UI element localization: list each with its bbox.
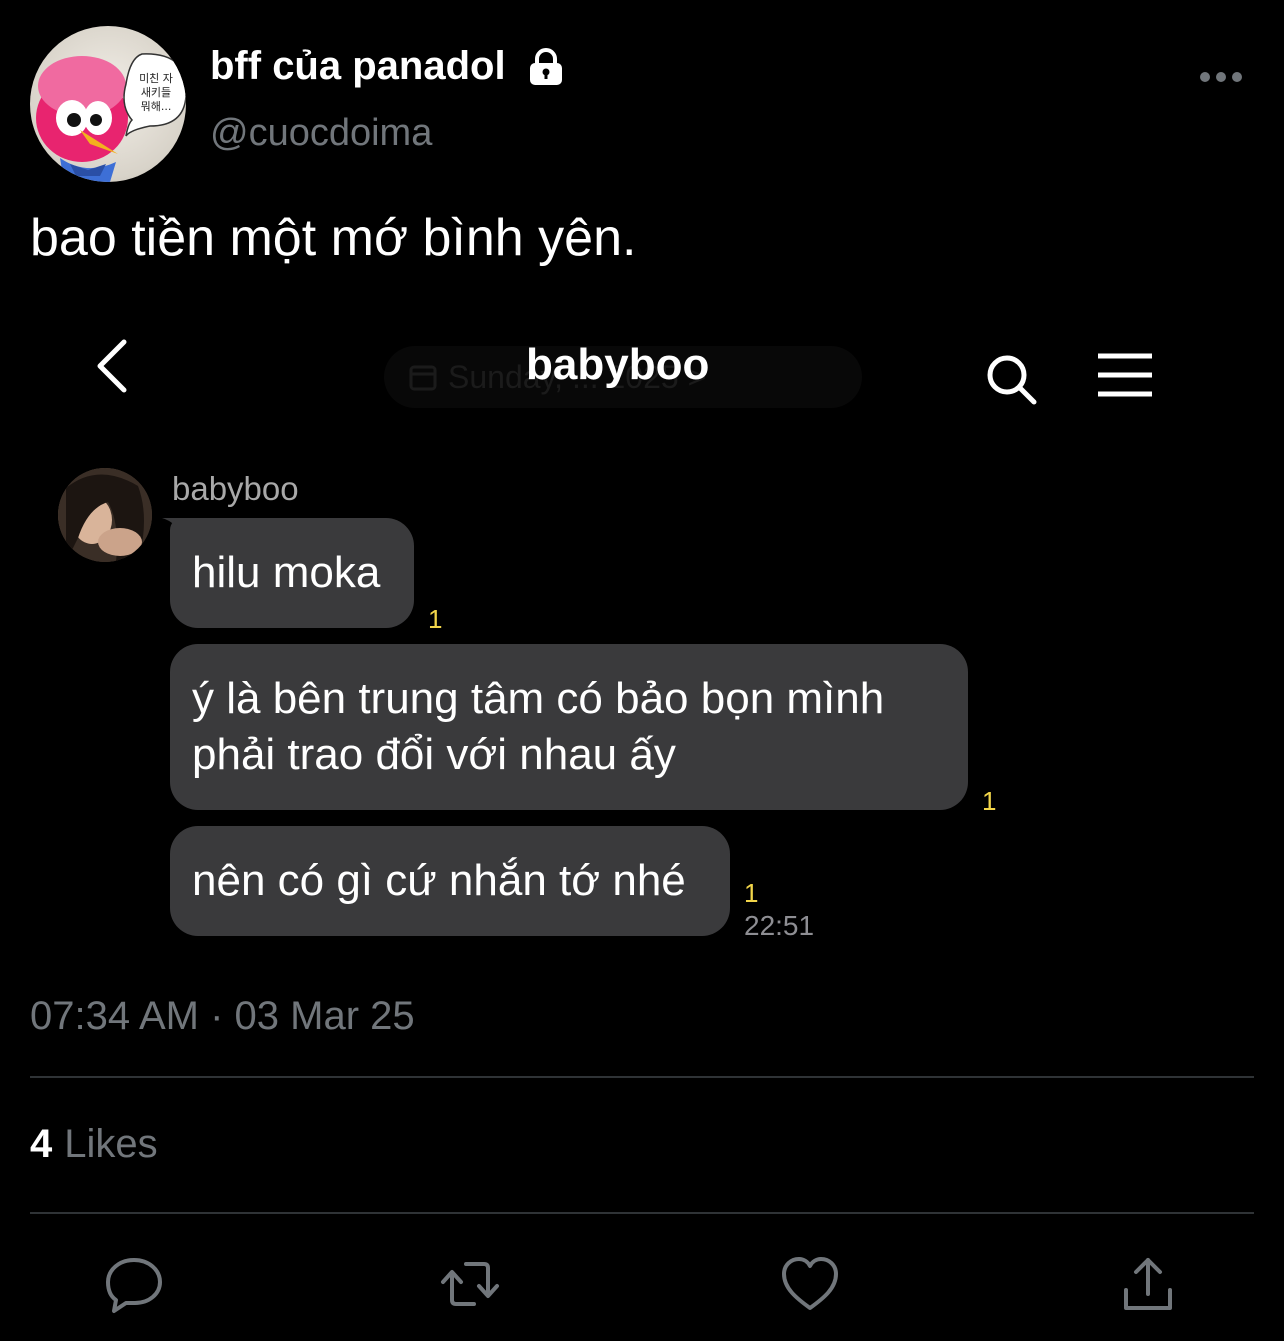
author-name-text: bff của panadol <box>210 44 506 88</box>
calendar-icon <box>409 365 437 391</box>
back-icon <box>97 339 127 393</box>
chat-title: babyboo <box>526 340 710 389</box>
unread-count: 1 <box>744 878 759 908</box>
share-button[interactable] <box>1118 1254 1178 1314</box>
message-text-line: phải trao đổi với nhau ấy <box>192 730 676 779</box>
svg-text:뭐해...: 뭐해... <box>141 99 172 113</box>
unread-count: 1 <box>428 604 443 634</box>
message-text: nên có gì cứ nhắn tớ nhé <box>192 856 686 905</box>
sender-name: babyboo <box>172 470 299 507</box>
menu-icon <box>1098 353 1152 397</box>
lock-icon <box>529 47 562 85</box>
likes-summary[interactable]: 4 Likes <box>30 1122 158 1167</box>
share-icon <box>1124 1258 1172 1310</box>
more-icon[interactable] <box>1196 62 1246 92</box>
avatar-speech-text: 미친 자 <box>139 72 173 85</box>
unread-count: 1 <box>982 786 997 816</box>
tweet-timestamp[interactable]: 07:34 AM · 03 Mar 25 <box>30 994 415 1039</box>
likes-label: Likes <box>64 1122 158 1166</box>
message-bubble: nên có gì cứ nhắn tớ nhé <box>170 826 730 936</box>
svg-text:새키들: 새키들 <box>141 86 171 99</box>
heart-icon <box>782 1257 838 1310</box>
message-text-line: ý là bên trung tâm có bảo bọn mình <box>192 674 885 723</box>
divider <box>30 1212 1254 1214</box>
message-bubble: hilu moka <box>170 518 414 628</box>
sender-avatar <box>58 468 152 562</box>
author-avatar[interactable]: 미친 자 새키들 뭐해... <box>30 26 186 182</box>
retweet-icon <box>441 1262 499 1306</box>
reply-button[interactable] <box>104 1254 164 1314</box>
like-button[interactable] <box>780 1254 840 1314</box>
likes-count: 4 <box>30 1122 53 1166</box>
tweet-detail-page: 미친 자 새키들 뭐해... bff của panadol @cuocdoim… <box>0 0 1284 1341</box>
message-time: 22:51 <box>744 910 815 941</box>
search-icon <box>987 355 1037 405</box>
retweet-button[interactable] <box>440 1254 500 1314</box>
reply-icon <box>106 1258 162 1313</box>
author-handle[interactable]: @cuocdoima <box>210 112 432 155</box>
message-text: hilu moka <box>192 548 381 597</box>
message-bubble: ý là bên trung tâm có bảo bọn mình phải … <box>170 644 968 810</box>
divider <box>30 1076 1254 1078</box>
tweet-text: bao tiền một mớ bình yên. <box>30 209 637 267</box>
author-display-name[interactable]: bff của panadol <box>210 44 566 89</box>
